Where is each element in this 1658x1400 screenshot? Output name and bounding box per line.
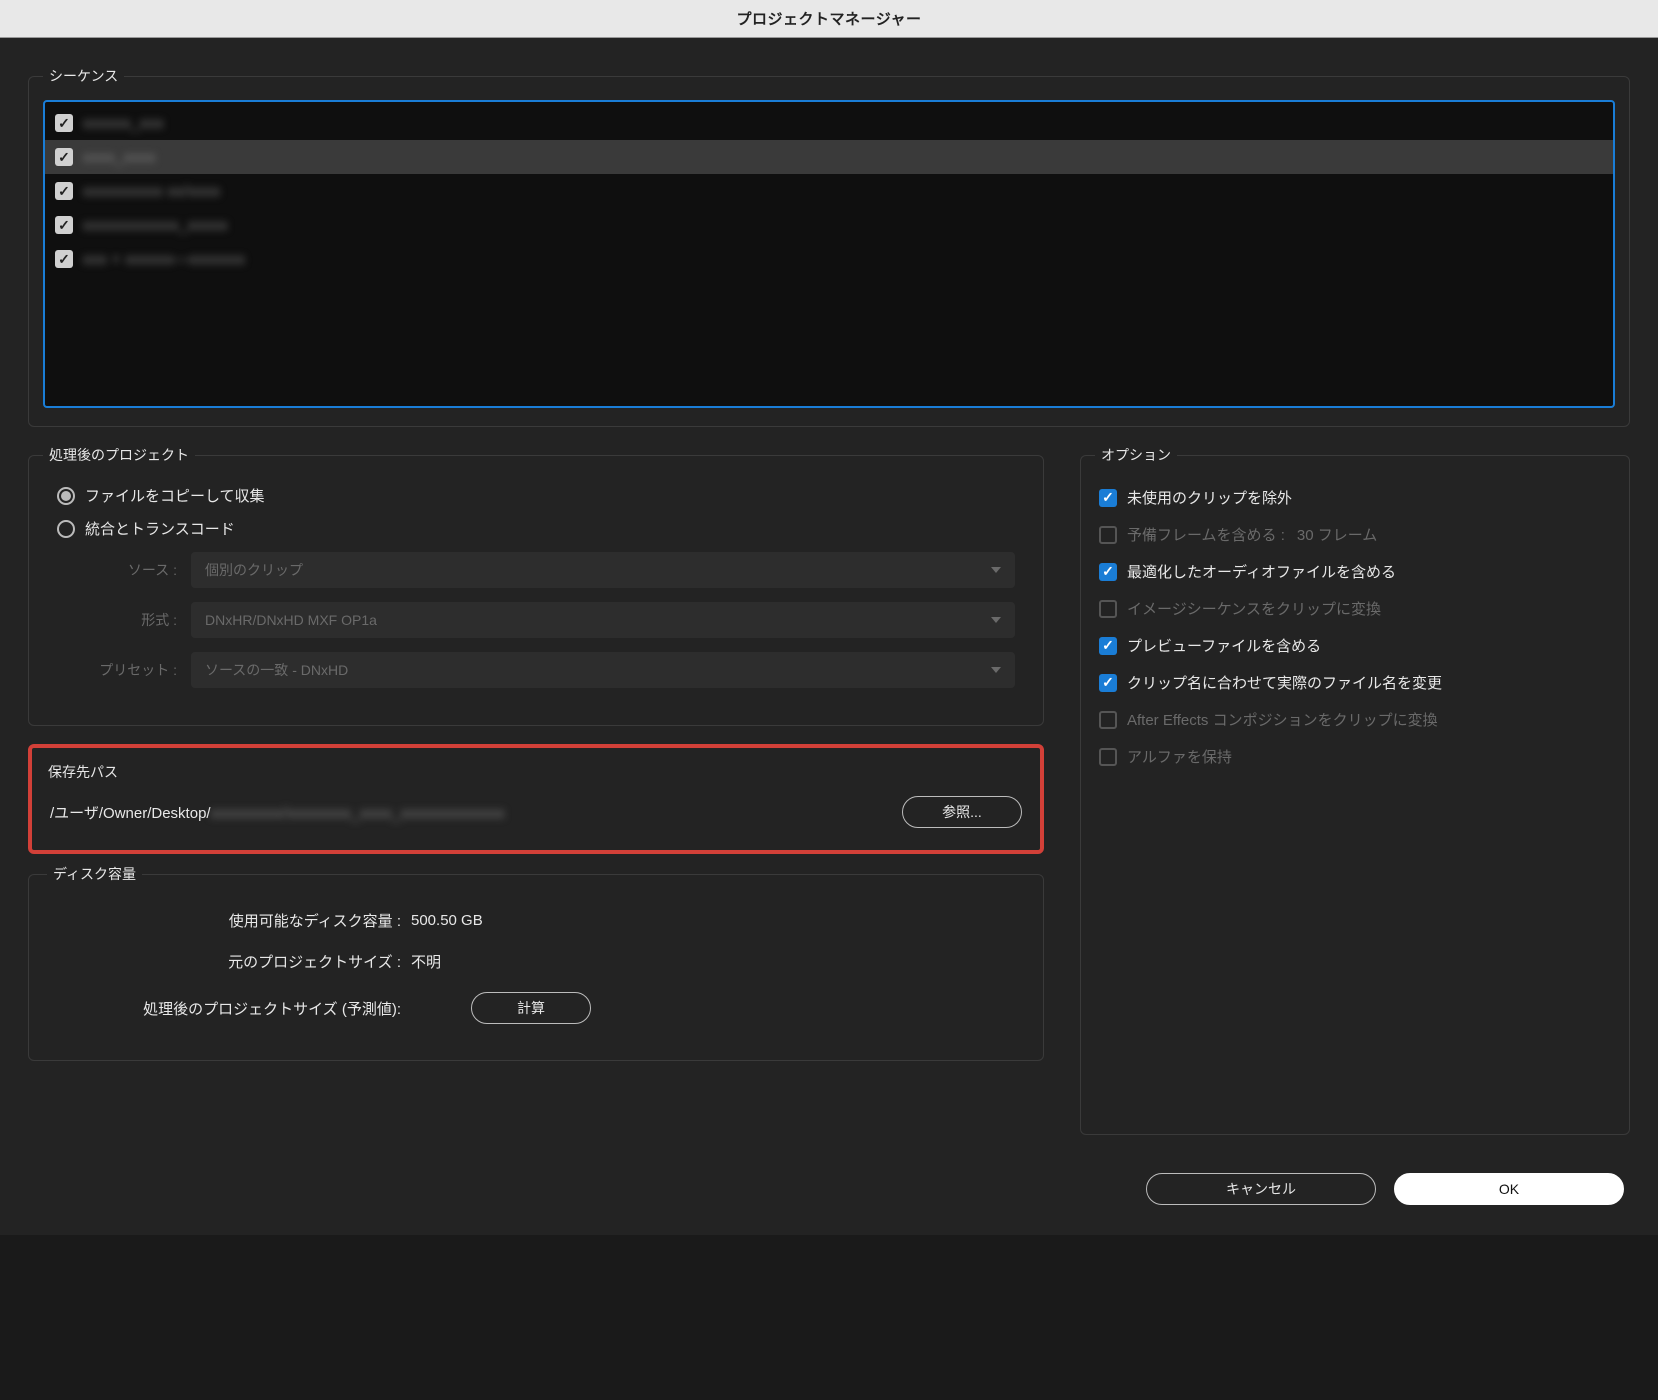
option-checkbox (1099, 600, 1117, 618)
disk-resulting-label: 処理後のプロジェクトサイズ (予測値): (51, 998, 401, 1019)
resulting-project-group: 処理後のプロジェクト ファイルをコピーして収集 統合とトランスコード ソース :… (28, 445, 1044, 726)
preset-dropdown: ソースの一致 - DNxHD (191, 652, 1015, 688)
disk-original-label: 元のプロジェクトサイズ : (51, 951, 401, 972)
sequence-checkbox[interactable]: ✓ (55, 148, 73, 166)
sequence-row[interactable]: ✓ xxxxxx_xxx (45, 106, 1613, 140)
option-label: 最適化したオーディオファイルを含める (1127, 561, 1396, 582)
path-visible: /ユーザ/Owner/Desktop/ (50, 802, 211, 823)
chevron-down-icon (991, 567, 1001, 573)
sequence-name: xxx + xxxxxx—xxxxxxx (83, 251, 245, 268)
option-rename_media[interactable]: ✓ クリップ名に合わせて実際のファイル名を変更 (1095, 664, 1615, 701)
option-include_audio_conform[interactable]: ✓ 最適化したオーディオファイルを含める (1095, 553, 1615, 590)
option-checkbox (1099, 711, 1117, 729)
radio-collect-copy[interactable]: ファイルをコピーして収集 (43, 479, 1029, 512)
option-checkbox[interactable]: ✓ (1099, 563, 1117, 581)
sequence-checkbox[interactable]: ✓ (55, 216, 73, 234)
disk-original-value: 不明 (411, 951, 441, 972)
sequence-checkbox[interactable]: ✓ (55, 182, 73, 200)
radio-icon (57, 520, 75, 538)
cancel-button[interactable]: キャンセル (1146, 1173, 1376, 1205)
ok-button[interactable]: OK (1394, 1173, 1624, 1205)
sequence-name: xxxxxxxxxx xx/xxxx (83, 183, 220, 200)
disk-space-group: ディスク容量 使用可能なディスク容量 : 500.50 GB 元のプロジェクトサ… (28, 864, 1044, 1061)
option-preserve_alpha: アルファを保持 (1095, 738, 1615, 775)
disk-available-label: 使用可能なディスク容量 : (51, 910, 401, 931)
dialog-body: シーケンス ✓ xxxxxx_xxx ✓ xxxx_xxxx ✓ xxxxxxxxxx x… (0, 38, 1658, 1235)
radio-label: ファイルをコピーして収集 (85, 485, 265, 506)
option-img_seq_to_clip: イメージシーケンスをクリップに変換 (1095, 590, 1615, 627)
browse-button[interactable]: 参照... (902, 796, 1022, 828)
disk-available-value: 500.50 GB (411, 912, 483, 929)
destination-label: 保存先パス (46, 758, 1026, 796)
format-dropdown: DNxHR/DNxHD MXF OP1a (191, 602, 1015, 638)
destination-path-group: 保存先パス /ユーザ/Owner/Desktop/xxxxxxxxx/xxxxx… (28, 744, 1044, 854)
destination-path: /ユーザ/Owner/Desktop/xxxxxxxxx/xxxxxxxx_xx… (50, 802, 884, 823)
sequence-checkbox[interactable]: ✓ (55, 114, 73, 132)
dropdown-value: 個別のクリップ (205, 560, 303, 580)
sequence-row[interactable]: ✓ xxxxxxxxxx xx/xxxx (45, 174, 1613, 208)
radio-label: 統合とトランスコード (85, 518, 235, 539)
sequence-row[interactable]: ✓ xxxx_xxxx (45, 140, 1613, 174)
option-label: 未使用のクリップを除外 (1127, 487, 1292, 508)
sequence-group-label: シーケンス (43, 66, 124, 86)
option-include_preview[interactable]: ✓ プレビューファイルを含める (1095, 627, 1615, 664)
option-checkbox[interactable]: ✓ (1099, 489, 1117, 507)
options-group: オプション ✓ 未使用のクリップを除外予備フレームを含める : 30 フレーム ✓ 最適… (1080, 445, 1630, 1135)
preset-label: プリセット : (57, 660, 177, 680)
option-include_handles: 予備フレームを含める : 30 フレーム (1095, 516, 1615, 553)
option-label: After Effects コンポジションをクリップに変換 (1127, 709, 1438, 730)
option-label: 予備フレームを含める : (1127, 524, 1285, 545)
option-extra: 30 フレーム (1297, 524, 1377, 545)
chevron-down-icon (991, 617, 1001, 623)
sequence-name: xxxxxxxxxxxx_xxxxx (83, 217, 228, 234)
disk-space-label: ディスク容量 (47, 864, 142, 884)
option-label: クリップ名に合わせて実際のファイル名を変更 (1127, 672, 1442, 693)
sequence-name: xxxxxx_xxx (83, 115, 164, 132)
sequence-listbox[interactable]: ✓ xxxxxx_xxx ✓ xxxx_xxxx ✓ xxxxxxxxxx xx/xxxx… (43, 100, 1615, 408)
sequence-group: シーケンス ✓ xxxxxx_xxx ✓ xxxx_xxxx ✓ xxxxxxxxxx x… (28, 66, 1630, 427)
path-redacted: xxxxxxxxx/xxxxxxxx_xxxx_xxxxxxxxxxxxx (211, 805, 505, 822)
radio-consolidate-transcode[interactable]: 統合とトランスコード (43, 512, 1029, 545)
option-label: イメージシーケンスをクリップに変換 (1127, 598, 1381, 619)
sequence-checkbox[interactable]: ✓ (55, 250, 73, 268)
dialog-button-bar: キャンセル OK (28, 1153, 1630, 1211)
option-ae_comp_to_clip: After Effects コンポジションをクリップに変換 (1095, 701, 1615, 738)
option-checkbox[interactable]: ✓ (1099, 674, 1117, 692)
sequence-name: xxxx_xxxx (83, 149, 156, 166)
option-checkbox (1099, 748, 1117, 766)
chevron-down-icon (991, 667, 1001, 673)
format-label: 形式 : (57, 610, 177, 630)
option-label: アルファを保持 (1127, 746, 1232, 767)
resulting-project-label: 処理後のプロジェクト (43, 445, 195, 465)
option-checkbox (1099, 526, 1117, 544)
sequence-row[interactable]: ✓ xxxxxxxxxxxx_xxxxx (45, 208, 1613, 242)
dialog-title: プロジェクトマネージャー (737, 8, 922, 29)
dropdown-value: ソースの一致 - DNxHD (205, 660, 348, 680)
source-dropdown: 個別のクリップ (191, 552, 1015, 588)
dropdown-value: DNxHR/DNxHD MXF OP1a (205, 612, 377, 628)
sequence-row[interactable]: ✓ xxx + xxxxxx—xxxxxxx (45, 242, 1613, 276)
radio-icon (57, 487, 75, 505)
option-exclude_unused[interactable]: ✓ 未使用のクリップを除外 (1095, 479, 1615, 516)
calculate-button[interactable]: 計算 (471, 992, 591, 1024)
option-checkbox[interactable]: ✓ (1099, 637, 1117, 655)
options-label: オプション (1095, 445, 1177, 465)
dialog-titlebar: プロジェクトマネージャー (0, 0, 1658, 38)
option-label: プレビューファイルを含める (1127, 635, 1321, 656)
source-label: ソース : (57, 560, 177, 580)
